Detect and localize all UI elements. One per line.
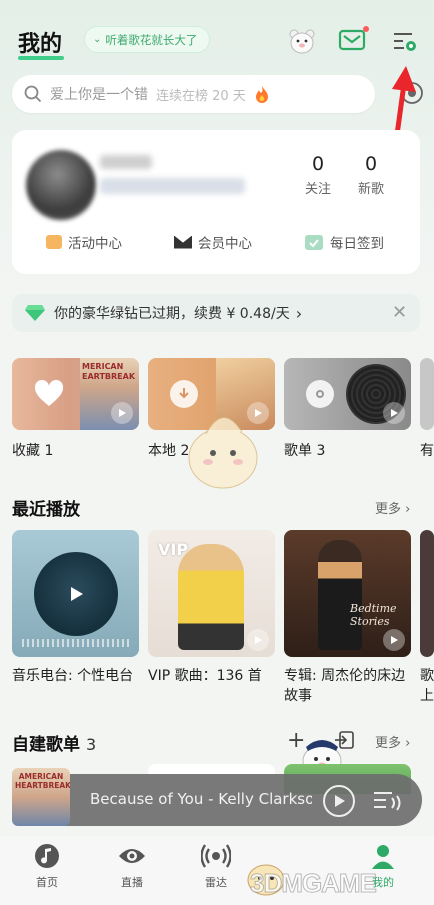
play-icon [71, 587, 83, 601]
play-icon [111, 402, 133, 424]
heart-icon [34, 379, 64, 408]
close-icon[interactable]: ✕ [392, 302, 407, 323]
album-label: 专辑: 周杰伦的床边故事 [284, 668, 406, 704]
partial-label: 有 [420, 443, 434, 459]
search-trend: 连续在榜 20 天 [156, 88, 246, 104]
follow-label: 关注 [304, 182, 331, 197]
envelope-icon [174, 235, 192, 249]
playlist-queue-icon[interactable] [372, 788, 404, 816]
new-songs-count: 0 [364, 153, 378, 175]
partial-card-label: 歌上 [420, 668, 434, 704]
now-playing-bar[interactable]: AMERICAN HEARTBREAK Because of You - Kel… [12, 768, 422, 826]
tab-live-label: 直播 [121, 876, 143, 889]
vip-renew-bar[interactable]: 你的豪华绿钻已过期，续费 ¥ 0.48/天 › [12, 294, 420, 332]
diamond-icon [25, 305, 45, 321]
tag-pill[interactable]: ⌄ 听着歌花就长大了 [84, 26, 211, 53]
favorites-art-text: MERICAN EARTBREAK [82, 362, 136, 381]
playlists-tile[interactable] [284, 358, 411, 430]
new-songs-stat[interactable]: 0 新歌 [351, 153, 391, 197]
menu-icon[interactable] [389, 27, 419, 55]
recent-title: 最近播放 [12, 500, 80, 520]
avatar[interactable] [26, 150, 96, 220]
tab-home[interactable]: 首页 [17, 842, 77, 890]
tab-radar-label: 雷达 [205, 876, 227, 889]
album-art-text: Bedtime Stories [350, 602, 397, 628]
activity-center-link[interactable]: 活动中心 [46, 232, 122, 252]
tab-live[interactable]: 直播 [102, 842, 162, 890]
play-pause-button[interactable] [323, 785, 355, 817]
radar-icon [201, 844, 231, 868]
gift-icon [46, 235, 62, 249]
chevron-right-icon: › [401, 502, 411, 517]
new-songs-label: 新歌 [357, 182, 384, 197]
recent-more-link[interactable]: 更多 › [375, 498, 410, 517]
radio-disc [34, 552, 118, 636]
play-icon [247, 629, 269, 651]
search-icon [24, 85, 42, 103]
daily-checkin-link[interactable]: 每日签到 [304, 232, 384, 252]
user-subtitle-blurred [100, 178, 245, 194]
follow-count: 0 [311, 153, 325, 175]
vip-songs-label: VIP 歌曲：136 首 [148, 668, 262, 684]
favorites-tile[interactable]: MERICAN EARTBREAK [12, 358, 139, 430]
play-icon [383, 402, 405, 424]
vip-renew-text: 你的豪华绿钻已过期，续费 ¥ 0.48/天 [54, 306, 290, 322]
username-blurred [100, 155, 152, 169]
now-playing-art-text: AMERICAN HEARTBREAK [15, 772, 70, 790]
radio-label: 音乐电台: 个性电台 [12, 668, 134, 684]
follow-stat[interactable]: 0 关注 [298, 153, 338, 197]
now-playing-title: Because of You - Kelly Clarkson [90, 790, 312, 808]
tab-radar[interactable]: 雷达 [186, 842, 246, 890]
vip-songs-card[interactable]: VIP [148, 530, 275, 657]
member-center-label: 会员中心 [198, 236, 252, 252]
activity-center-label: 活动中心 [68, 236, 122, 252]
member-center-link[interactable]: 会员中心 [174, 232, 252, 252]
music-note-icon [35, 844, 59, 868]
search-bar[interactable]: 爱上你是一个错 连续在榜 20 天 [12, 75, 375, 113]
mascot-sticker [180, 398, 266, 494]
title-underline [18, 56, 64, 60]
album-figure [318, 540, 362, 650]
daily-checkin-label: 每日签到 [330, 236, 384, 252]
playlists-more-link[interactable]: 更多 › [375, 732, 410, 751]
search-placeholder: 爱上你是一个错 [50, 87, 148, 103]
bear-icon[interactable] [287, 26, 317, 56]
playlists-more-label: 更多 [375, 736, 402, 751]
playlists-title: 自建歌单 [12, 735, 80, 755]
playlists-heading: 自建歌单 3 [12, 730, 96, 755]
chevron-right-icon: › [401, 736, 411, 751]
album-card[interactable]: Bedtime Stories [284, 530, 411, 657]
fire-icon [255, 86, 268, 103]
play-icon [335, 795, 345, 807]
partial-card[interactable] [420, 530, 434, 657]
user-icon [372, 845, 394, 869]
now-playing-art[interactable]: AMERICAN HEARTBREAK [12, 768, 70, 826]
tag-text: 听着歌花就长大了 [105, 32, 198, 47]
watermark-text: 3DMGAME [250, 868, 378, 899]
play-icon [383, 629, 405, 651]
page-title: 我的 [18, 32, 63, 57]
partial-tile[interactable] [420, 358, 434, 430]
radio-card[interactable] [12, 530, 139, 657]
favorites-label: 收藏 1 [12, 443, 54, 459]
eye-icon [119, 849, 145, 863]
vip-card-figure [178, 544, 244, 650]
chevron-down-icon: ⌄ [93, 34, 102, 45]
wave-decoration [22, 639, 129, 647]
mail-icon[interactable] [337, 25, 369, 55]
tab-home-label: 首页 [36, 876, 58, 889]
calendar-check-icon [305, 235, 323, 250]
chevron-right-icon: › [295, 303, 303, 323]
recent-more-label: 更多 [375, 502, 402, 517]
disc-icon [306, 380, 334, 408]
playlists-count: 3 [86, 735, 97, 754]
playlists-label: 歌单 3 [284, 443, 326, 459]
